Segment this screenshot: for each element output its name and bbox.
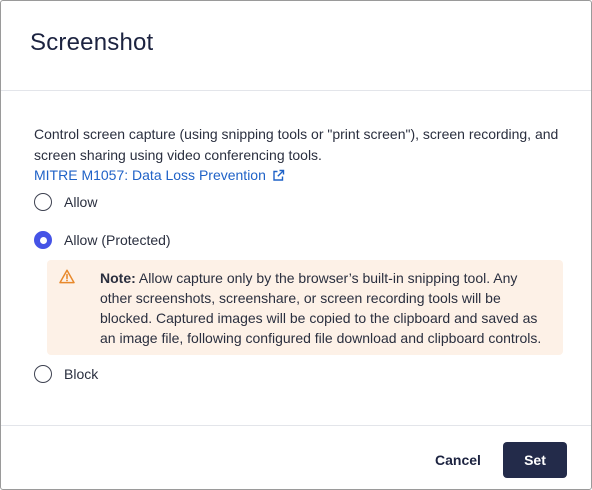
block-radio[interactable] [34,365,52,383]
option-block-label: Block [64,366,99,382]
protected-note: Note: Allow capture only by the browser’… [47,260,563,355]
warning-icon [59,269,75,284]
option-allow-label: Allow [64,194,98,210]
cancel-button[interactable]: Cancel [425,442,491,478]
note-text: Allow capture only by the browser’s buil… [100,270,542,346]
option-allow-protected[interactable]: Allow (Protected) [34,229,171,251]
option-allow[interactable]: Allow [34,191,97,213]
reference-link-label: MITRE M1057: Data Loss Prevention [34,167,266,183]
dialog-title: Screenshot [30,29,154,56]
set-button[interactable]: Set [503,442,567,478]
option-allow-protected-label: Allow (Protected) [64,232,171,248]
external-link-icon [273,169,285,181]
dialog-header: Screenshot [1,1,591,91]
option-block[interactable]: Block [34,363,98,385]
allow-radio[interactable] [34,193,52,211]
dialog-footer: Cancel Set [1,425,591,489]
screenshot-dialog: Screenshot Control screen capture (using… [0,0,592,490]
note-prefix: Note: [100,270,136,286]
setting-description: Control screen capture (using snipping t… [34,126,559,163]
allow-protected-radio[interactable] [34,231,52,249]
mitre-reference-link[interactable]: MITRE M1057: Data Loss Prevention [34,165,285,185]
